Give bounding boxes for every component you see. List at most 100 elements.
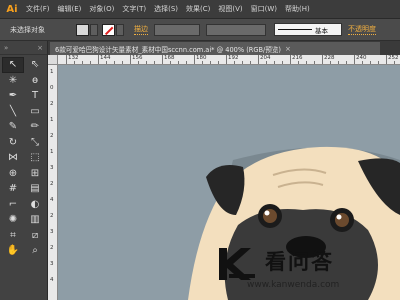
pug-left-iris <box>263 209 277 223</box>
ruler-tick-label: 2 <box>50 213 54 219</box>
ruler-tick <box>162 55 163 64</box>
stroke-style-dropdown[interactable]: 基本 <box>274 23 342 36</box>
ruler-tick <box>218 61 219 64</box>
horizontal-ruler[interactable]: 132 144 156 168 180 192 204 216 228 240 252 <box>58 55 400 65</box>
document-tab-title: 6款可爱哈巴狗设计矢量素材_素材中国sccnn.com.ai* @ 400% (… <box>55 45 281 54</box>
tools-panel-header[interactable]: » × <box>0 41 47 55</box>
ruler-tick <box>146 61 147 64</box>
ruler-tick-label: 1 <box>50 149 54 155</box>
rectangle-tool-icon[interactable]: ▭ <box>24 104 46 120</box>
ruler-tick <box>266 61 267 64</box>
ruler-tick <box>114 61 115 64</box>
ruler-tick-label: 4 <box>50 277 54 283</box>
menu-view[interactable]: 视图(V) <box>214 4 246 14</box>
variable-width-field[interactable] <box>206 23 266 36</box>
zoom-tool-icon[interactable]: ⌕ <box>24 243 46 259</box>
menu-window[interactable]: 窗口(W) <box>247 4 281 14</box>
ruler-origin[interactable] <box>48 55 58 65</box>
ruler-tick <box>202 61 203 64</box>
vertical-ruler[interactable]: 1 0 2 1 2 1 3 2 4 2 3 2 3 4 <box>48 65 58 300</box>
line-tool-icon[interactable]: ╲ <box>2 104 24 120</box>
pen-tool-icon[interactable]: ✒ <box>2 88 24 104</box>
ruler-tick <box>274 61 275 64</box>
ruler-tick <box>298 61 299 64</box>
document-tab[interactable]: 6款可爱哈巴狗设计矢量素材_素材中国sccnn.com.ai* @ 400% (… <box>50 42 380 55</box>
ruler-tick <box>322 55 323 64</box>
free-transform-tool-icon[interactable]: ⬚ <box>24 150 46 166</box>
ruler-tick <box>306 61 307 64</box>
hand-tool-icon[interactable]: ✋ <box>2 243 24 259</box>
menu-edit[interactable]: 编辑(E) <box>54 4 86 14</box>
stroke-weight-field[interactable] <box>154 23 200 36</box>
ruler-tick <box>226 55 227 64</box>
ruler-tick <box>90 61 91 64</box>
pug-left-ear <box>206 164 245 215</box>
ruler-tick <box>314 61 315 64</box>
perspective-grid-tool-icon[interactable]: ⊞ <box>24 166 46 182</box>
ruler-tick <box>250 61 251 64</box>
ruler-tick <box>122 61 123 64</box>
ruler-tick <box>282 61 283 64</box>
ruler-tick <box>354 55 355 64</box>
ruler-tick <box>290 55 291 64</box>
ruler-tick-label: 2 <box>50 101 54 107</box>
menu-help[interactable]: 帮助(H) <box>281 4 314 14</box>
menu-type[interactable]: 文字(T) <box>118 4 150 14</box>
menu-effect[interactable]: 效果(C) <box>182 4 214 14</box>
ruler-tick <box>98 55 99 64</box>
pug-right-eye-shine <box>336 214 342 220</box>
pencil-tool-icon[interactable]: ✏ <box>24 119 46 135</box>
close-icon[interactable]: × <box>285 45 291 53</box>
ruler-tick <box>330 61 331 64</box>
paintbrush-tool-icon[interactable]: ✎ <box>2 119 24 135</box>
app-logo: Ai <box>6 3 18 15</box>
stroke-style-label: 基本 <box>315 26 328 35</box>
ruler-tick <box>394 61 395 64</box>
menu-bar: Ai 文件(F) 编辑(E) 对象(O) 文字(T) 选择(S) 效果(C) 视… <box>0 0 400 19</box>
fill-dropdown[interactable] <box>90 23 98 36</box>
ruler-tick-label: 4 <box>50 197 54 203</box>
collapse-icon[interactable]: » <box>4 44 8 52</box>
column-graph-tool-icon[interactable]: ▥ <box>24 212 46 228</box>
mesh-tool-icon[interactable]: # <box>2 181 24 197</box>
symbol-sprayer-tool-icon[interactable]: ✺ <box>2 212 24 228</box>
direct-selection-tool-icon[interactable]: ⇖ <box>24 57 46 73</box>
menu-file[interactable]: 文件(F) <box>22 4 54 14</box>
close-panel-icon[interactable]: × <box>37 44 43 52</box>
ruler-tick-label: 2 <box>50 133 54 139</box>
watermark-logo-icon <box>219 248 255 280</box>
scale-tool-icon[interactable]: ⤡ <box>24 135 46 151</box>
ruler-tick <box>386 55 387 64</box>
ruler-tick <box>66 55 67 64</box>
width-tool-icon[interactable]: ⋈ <box>2 150 24 166</box>
shape-builder-tool-icon[interactable]: ⊕ <box>2 166 24 182</box>
slice-tool-icon[interactable]: ⧄ <box>24 228 46 244</box>
ruler-tick <box>242 61 243 64</box>
gradient-tool-icon[interactable]: ▤ <box>24 181 46 197</box>
rotate-tool-icon[interactable]: ↻ <box>2 135 24 151</box>
stroke-label[interactable]: 描边 <box>134 24 148 35</box>
artboard-tool-icon[interactable]: ⌗ <box>2 228 24 244</box>
ruler-tick <box>378 61 379 64</box>
lasso-tool-icon[interactable]: ɵ <box>24 73 46 89</box>
menu-select[interactable]: 选择(S) <box>150 4 182 14</box>
watermark: 看问答 www.kanwenda.com <box>205 236 400 300</box>
type-tool-icon[interactable]: T <box>24 88 46 104</box>
fill-swatch[interactable] <box>76 23 89 36</box>
ruler-tick-label: 3 <box>50 261 54 267</box>
eyedropper-tool-icon[interactable]: ⌐ <box>2 197 24 213</box>
pug-left-eye-shine <box>264 210 270 216</box>
pug-right-iris <box>335 213 349 227</box>
magic-wand-tool-icon[interactable]: ✳ <box>2 73 24 89</box>
stroke-swatch[interactable] <box>102 23 115 36</box>
watermark-url: www.kanwenda.com <box>247 280 340 290</box>
ruler-tick <box>338 61 339 64</box>
tools-grid: ↖ ⇖ ✳ ɵ ✒ T ╲ ▭ ✎ ✏ ↻ ⤡ ⋈ ⬚ ⊕ ⊞ # ▤ ⌐ ◐ ✺ ▥ ⌗ ⧄ ✋ ⌕ <box>0 55 47 259</box>
ruler-tick <box>210 61 211 64</box>
opacity-label[interactable]: 不透明度 <box>348 24 376 35</box>
selection-tool-icon[interactable]: ↖ <box>2 57 24 73</box>
document-tab-bar: 6款可爱哈巴狗设计矢量素材_素材中国sccnn.com.ai* @ 400% (… <box>48 41 400 55</box>
menu-object[interactable]: 对象(O) <box>85 4 118 14</box>
stroke-dropdown[interactable] <box>116 23 124 36</box>
blend-tool-icon[interactable]: ◐ <box>24 197 46 213</box>
